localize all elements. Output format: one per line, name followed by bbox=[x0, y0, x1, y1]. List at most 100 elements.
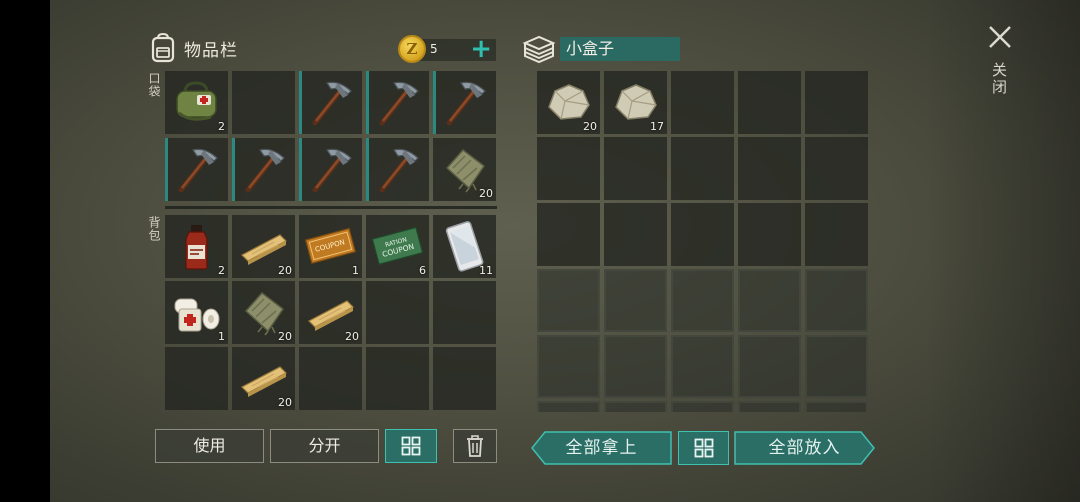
container-slot[interactable] bbox=[738, 137, 801, 200]
backpack-slot[interactable] bbox=[433, 281, 496, 344]
take-all-button[interactable]: 全部拿上 bbox=[531, 431, 672, 465]
container-slot[interactable] bbox=[738, 269, 801, 332]
pickaxe-icon bbox=[439, 77, 490, 128]
container-slot[interactable] bbox=[738, 401, 801, 412]
pickaxe-icon bbox=[305, 77, 356, 128]
item-quantity: 1 bbox=[352, 264, 359, 277]
container-grid: 20 17 bbox=[536, 70, 870, 412]
container-slot[interactable] bbox=[671, 335, 734, 398]
bandages-icon bbox=[171, 287, 222, 338]
ration-coupon-icon: RATION COUPON bbox=[371, 221, 424, 272]
sort-inventory-button[interactable] bbox=[385, 429, 437, 463]
item-quantity: 20 bbox=[345, 330, 359, 343]
backpack-slot[interactable]: 11 bbox=[433, 215, 496, 278]
backpack-slot[interactable]: 20 bbox=[232, 347, 295, 410]
container-slot[interactable] bbox=[537, 335, 600, 398]
backpack-slot[interactable]: 20 bbox=[232, 281, 295, 344]
backpack-slot[interactable] bbox=[299, 347, 362, 410]
backpack-slot[interactable]: 20 bbox=[232, 215, 295, 278]
container-slot[interactable] bbox=[537, 137, 600, 200]
trash-button[interactable] bbox=[453, 429, 497, 463]
container-slot[interactable] bbox=[738, 71, 801, 134]
item-quantity: 6 bbox=[419, 264, 426, 277]
container-title: 小盒子 bbox=[560, 37, 680, 61]
pickaxe-icon bbox=[372, 144, 423, 195]
backpack-slot[interactable]: 1 bbox=[165, 281, 228, 344]
pocket-slot[interactable]: 20 bbox=[433, 138, 496, 201]
pocket-slot[interactable] bbox=[232, 71, 295, 134]
pocket-slot[interactable] bbox=[433, 71, 496, 134]
container-slot[interactable] bbox=[805, 137, 868, 200]
use-button[interactable]: 使用 bbox=[155, 429, 264, 463]
sort-container-button[interactable] bbox=[678, 431, 729, 465]
item-quantity: 20 bbox=[278, 330, 292, 343]
coin-balance: Z 5 + bbox=[398, 35, 498, 63]
container-slot[interactable] bbox=[671, 269, 734, 332]
medicine-bottle-icon bbox=[171, 221, 222, 272]
container-slot[interactable] bbox=[805, 335, 868, 398]
item-quantity: 20 bbox=[583, 120, 597, 133]
pocket-slot[interactable] bbox=[165, 138, 228, 201]
container-slot[interactable] bbox=[537, 401, 600, 412]
backpack-label: 背包 bbox=[147, 216, 161, 242]
trash-icon bbox=[467, 435, 483, 457]
pocket-slot[interactable] bbox=[299, 138, 362, 201]
pickaxe-icon bbox=[372, 77, 423, 128]
backpack-slot[interactable]: COUPON 1 bbox=[299, 215, 362, 278]
pocket-slot[interactable] bbox=[366, 138, 429, 201]
container-slot[interactable] bbox=[671, 71, 734, 134]
container-slot[interactable] bbox=[671, 137, 734, 200]
section-divider bbox=[165, 206, 497, 209]
pickaxe-icon bbox=[171, 144, 222, 195]
put-all-button[interactable]: 全部放入 bbox=[734, 431, 875, 465]
inventory-header: 物品栏 bbox=[148, 30, 238, 66]
container-slot[interactable] bbox=[805, 71, 868, 134]
inventory-title: 物品栏 bbox=[184, 40, 238, 61]
container-slot[interactable] bbox=[671, 401, 734, 412]
backpack-slot[interactable] bbox=[165, 347, 228, 410]
add-coins-button[interactable]: + bbox=[470, 36, 492, 62]
container-slot[interactable] bbox=[738, 335, 801, 398]
backpack-slot[interactable]: 20 bbox=[299, 281, 362, 344]
pocket-slot[interactable] bbox=[366, 71, 429, 134]
item-quantity: 1 bbox=[218, 330, 225, 343]
container-slot[interactable]: 20 bbox=[537, 71, 600, 134]
container-slot[interactable] bbox=[604, 137, 667, 200]
pocket-label: 口袋 bbox=[147, 72, 161, 98]
pickaxe-icon bbox=[305, 144, 356, 195]
backpack-slot[interactable] bbox=[433, 347, 496, 410]
close-icon[interactable] bbox=[985, 22, 1015, 52]
put-all-label: 全部放入 bbox=[768, 438, 841, 458]
backpack-slot[interactable] bbox=[366, 347, 429, 410]
container-slot[interactable] bbox=[604, 203, 667, 266]
backpack-icon bbox=[151, 32, 175, 63]
pocket-slot[interactable]: 2 bbox=[165, 71, 228, 134]
container-slot[interactable] bbox=[805, 203, 868, 266]
container-slot[interactable] bbox=[671, 203, 734, 266]
container-slot[interactable] bbox=[537, 269, 600, 332]
container-header: 小盒子 bbox=[522, 32, 680, 66]
backpack-slot[interactable] bbox=[366, 281, 429, 344]
first-aid-bag-icon bbox=[171, 77, 222, 128]
container-slot[interactable] bbox=[604, 401, 667, 412]
orange-coupon-icon: COUPON bbox=[304, 221, 357, 272]
item-quantity: 20 bbox=[278, 396, 292, 409]
container-slot[interactable] bbox=[537, 203, 600, 266]
container-slot[interactable]: 17 bbox=[604, 71, 667, 134]
pocket-slot[interactable] bbox=[232, 138, 295, 201]
container-slot[interactable] bbox=[805, 401, 868, 412]
coin-icon: Z bbox=[398, 35, 426, 63]
container-slot[interactable] bbox=[805, 269, 868, 332]
container-slot[interactable] bbox=[604, 269, 667, 332]
coin-count: 5 bbox=[430, 42, 438, 56]
split-button[interactable]: 分开 bbox=[270, 429, 379, 463]
item-quantity: 17 bbox=[650, 120, 664, 133]
container-slot[interactable] bbox=[604, 335, 667, 398]
close-label[interactable]: 关闭 bbox=[990, 62, 1010, 96]
pocket-slot[interactable] bbox=[299, 71, 362, 134]
item-quantity: 2 bbox=[218, 264, 225, 277]
container-slot[interactable] bbox=[738, 203, 801, 266]
backpack-slot[interactable]: RATION COUPON 6 bbox=[366, 215, 429, 278]
backpack-slot[interactable]: 2 bbox=[165, 215, 228, 278]
pickaxe-icon bbox=[238, 144, 289, 195]
